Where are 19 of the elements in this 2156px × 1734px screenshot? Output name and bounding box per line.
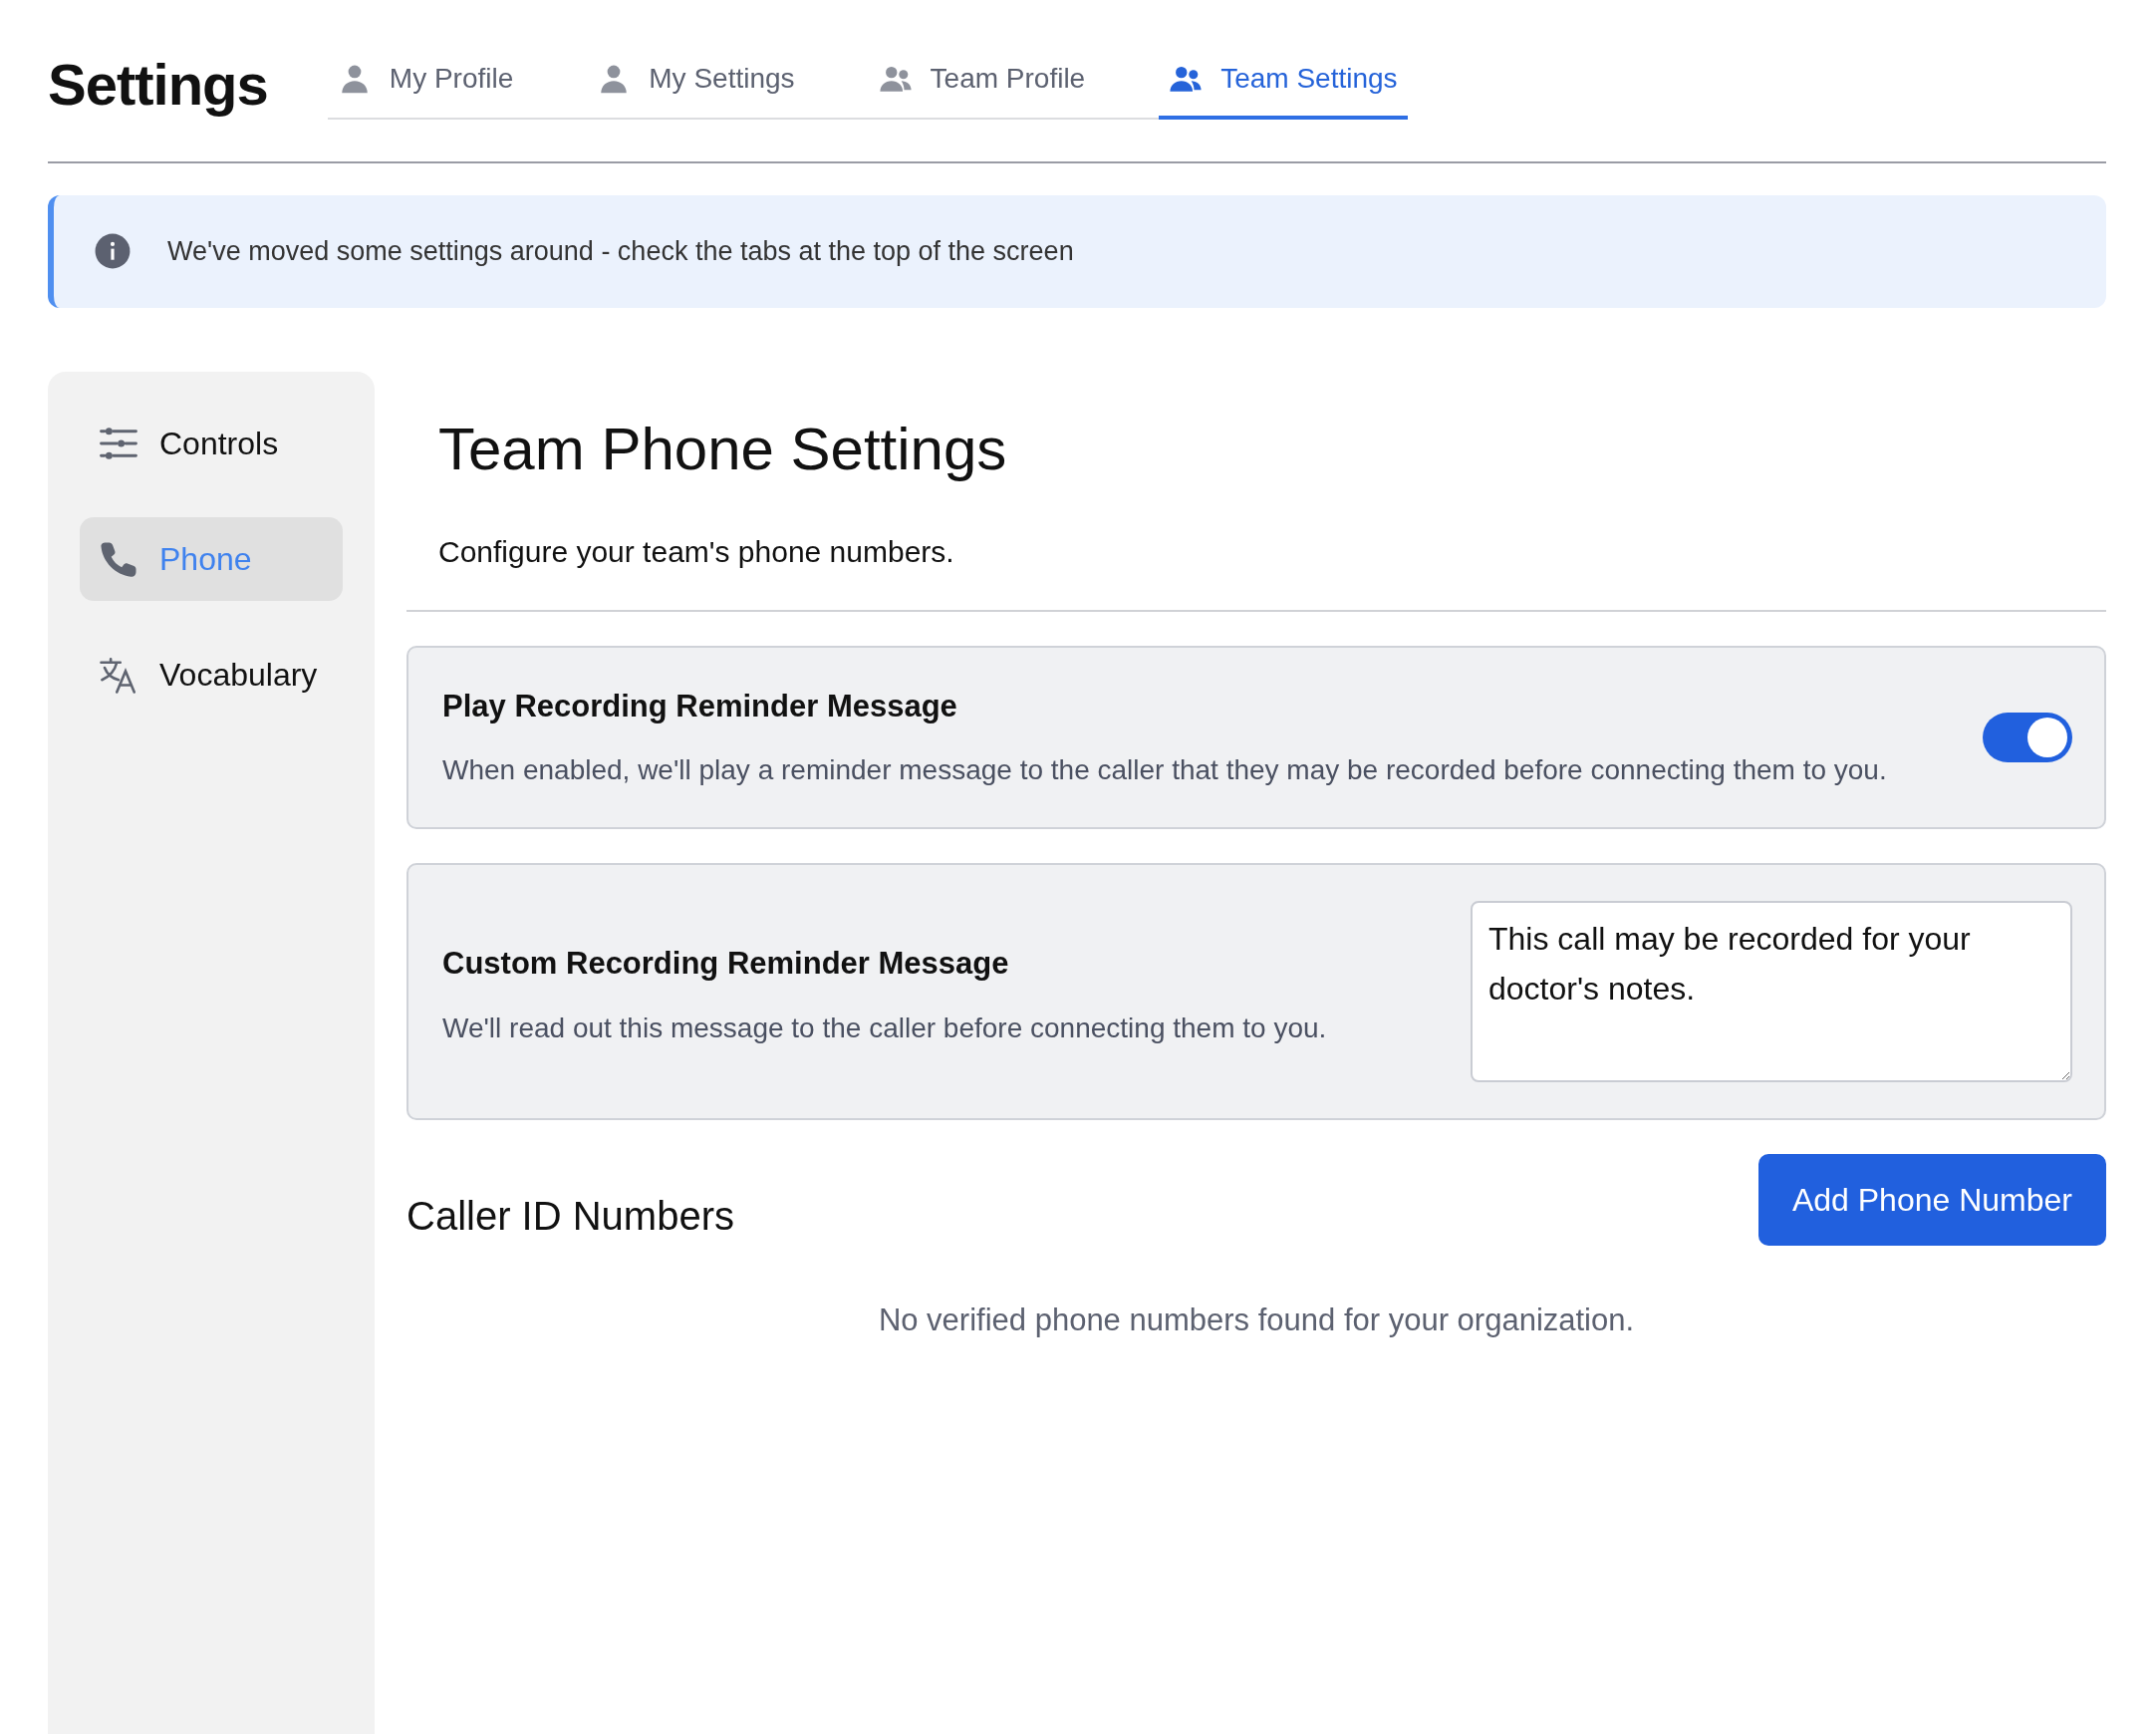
tab[interactable]: My Settings (587, 44, 805, 120)
toggle-switch[interactable] (1983, 712, 2072, 762)
tab[interactable]: Team Settings (1159, 44, 1408, 120)
setting-title: Play Recording Reminder Message (442, 687, 958, 725)
setting-title: Custom Recording Reminder Message (442, 945, 1010, 983)
notice-text: We've moved some settings around - check the tabs at the top of the screen (167, 235, 1074, 268)
setting-description: We'll read out this message to the caller before connecting them to you. (442, 1011, 1328, 1045)
section-subtitle: Configure your team's phone numbers. (438, 533, 955, 570)
sidebar-item[interactable]: Vocabulary (80, 632, 343, 717)
sidebar-item[interactable]: Controls (80, 401, 343, 485)
section-title: Team Phone Settings (438, 414, 1008, 484)
message-textarea[interactable]: This call may be recorded for your doctor's notes. (1471, 901, 2072, 1082)
info-icon (94, 232, 132, 271)
setting-description: When enabled, we'll play a reminder message to the caller that they may be recorded before connecting them to you. (442, 753, 1888, 787)
empty-state-text: No verified phone numbers found for your organization. (877, 1301, 1636, 1339)
tab[interactable]: Team Profile (868, 44, 1096, 120)
add-phone-number-button[interactable]: Add Phone Number (1757, 1154, 2106, 1246)
caller-id-heading: Caller ID Numbers (406, 1193, 734, 1240)
tab[interactable]: My Profile (327, 44, 524, 120)
